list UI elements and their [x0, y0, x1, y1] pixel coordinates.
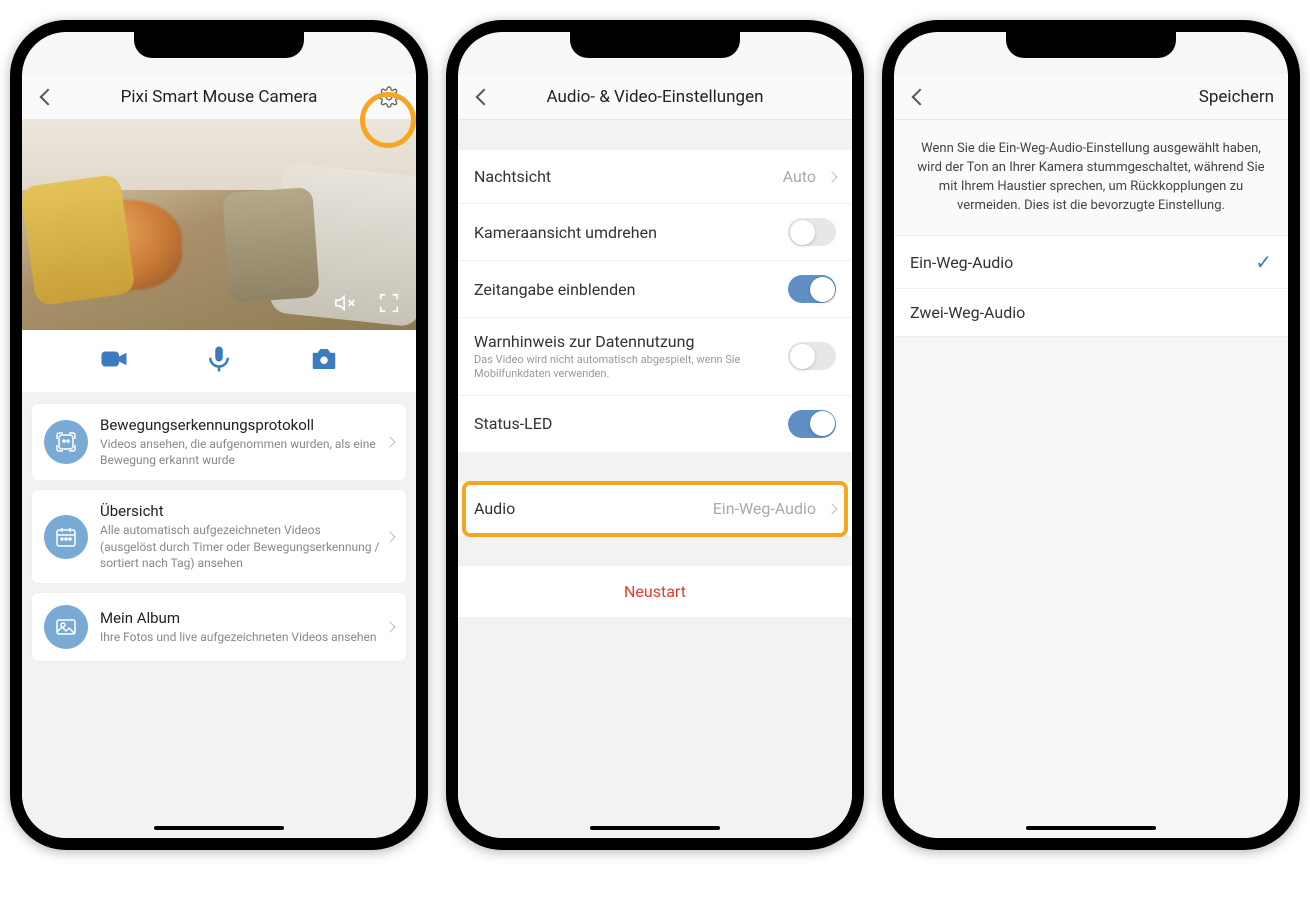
screen-title: Audio- & Video-Einstellungen [458, 87, 852, 107]
card-subtitle: Alle automatisch aufgezeichneten Videos … [100, 522, 380, 571]
phone-mockup-3: Speichern Wenn Sie die Ein-Weg-Audio-Ein… [882, 20, 1300, 850]
motion-icon [44, 420, 88, 464]
option-label: Zwei-Weg-Audio [910, 303, 1025, 322]
fullscreen-icon[interactable] [378, 292, 400, 318]
card-overview[interactable]: Übersicht Alle automatisch aufgezeichnet… [32, 490, 406, 583]
gear-icon[interactable] [376, 84, 402, 110]
calendar-icon [44, 515, 88, 559]
card-subtitle: Videos ansehen, die aufgenommen wurden, … [100, 436, 380, 468]
back-icon[interactable] [40, 88, 57, 105]
info-text: Wenn Sie die Ein-Weg-Audio-Einstellung a… [894, 120, 1288, 235]
option-two-way-audio[interactable]: Zwei-Weg-Audio [894, 289, 1288, 337]
chevron-right-icon [384, 437, 395, 448]
option-label: Ein-Weg-Audio [910, 253, 1013, 272]
setting-timestamp[interactable]: Zeitangabe einblenden [458, 261, 852, 318]
nav-bar: Pixi Smart Mouse Camera [22, 74, 416, 120]
check-icon: ✓ [1255, 250, 1272, 274]
option-one-way-audio[interactable]: Ein-Weg-Audio ✓ [894, 235, 1288, 289]
restart-button[interactable]: Neustart [458, 566, 852, 617]
chevron-right-icon [826, 503, 837, 514]
setting-flip-camera[interactable]: Kameraansicht umdrehen [458, 204, 852, 261]
record-video-button[interactable] [99, 344, 129, 378]
setting-audio[interactable]: Audio Ein-Weg-Audio [458, 482, 852, 536]
toggle-flip[interactable] [788, 218, 836, 246]
setting-nightvision[interactable]: Nachtsicht Auto [458, 150, 852, 204]
toggle-timestamp[interactable] [788, 275, 836, 303]
save-button[interactable]: Speichern [1199, 87, 1274, 107]
card-my-album[interactable]: Mein Album Ihre Fotos und live aufgezeic… [32, 593, 406, 661]
chevron-right-icon [384, 531, 395, 542]
back-icon[interactable] [912, 88, 929, 105]
card-title: Bewegungserkennungsprotokoll [100, 416, 380, 434]
snapshot-button[interactable] [309, 344, 339, 378]
card-motion-detection[interactable]: Bewegungserkennungsprotokoll Videos anse… [32, 404, 406, 480]
chevron-right-icon [826, 171, 837, 182]
action-button-row [22, 330, 416, 392]
toggle-data-warning[interactable] [788, 342, 836, 370]
setting-data-warning[interactable]: Warnhinweis zur Datennutzung Das Video w… [458, 318, 852, 396]
screen-title: Pixi Smart Mouse Camera [22, 87, 416, 107]
gallery-icon [44, 605, 88, 649]
phone-mockup-1: Pixi Smart Mouse Camera [10, 20, 428, 850]
back-icon[interactable] [476, 88, 493, 105]
setting-status-led[interactable]: Status-LED [458, 396, 852, 452]
card-title: Mein Album [100, 609, 380, 627]
microphone-button[interactable] [204, 344, 234, 378]
phone-mockup-2: Audio- & Video-Einstellungen Nachtsicht … [446, 20, 864, 850]
card-title: Übersicht [100, 502, 380, 520]
mute-icon[interactable] [334, 292, 356, 318]
camera-video-feed[interactable] [22, 120, 416, 330]
chevron-right-icon [384, 621, 395, 632]
card-subtitle: Ihre Fotos und live aufgezeichneten Vide… [100, 629, 380, 645]
nav-bar: Speichern [894, 74, 1288, 120]
nav-bar: Audio- & Video-Einstellungen [458, 74, 852, 120]
toggle-status-led[interactable] [788, 410, 836, 438]
